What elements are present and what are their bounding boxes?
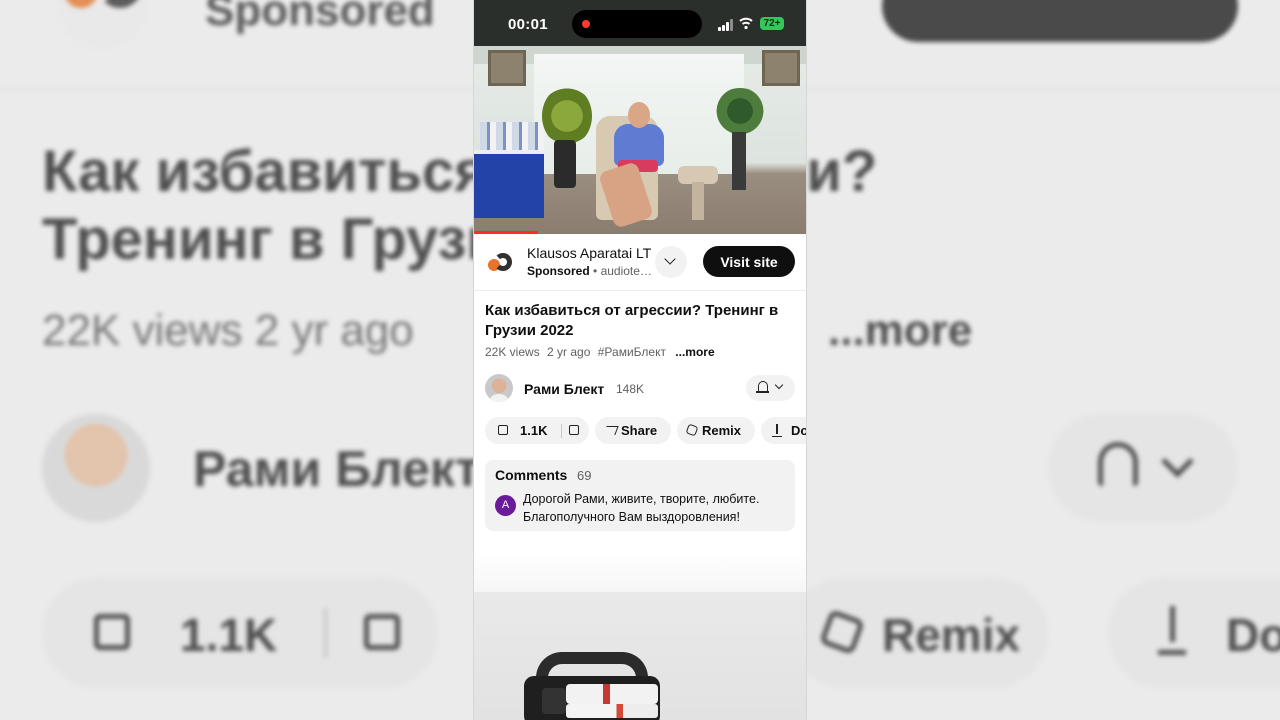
product-cap <box>542 688 566 714</box>
advertiser-logo <box>488 252 512 276</box>
product-canister-lower <box>566 704 658 718</box>
share-label: Share <box>621 423 658 438</box>
like-count: 1.1K <box>520 423 548 438</box>
background-more: ...more <box>828 306 973 355</box>
details-panel: Klausos Aparatai LT Sponsored • audiotec… <box>474 234 806 531</box>
download-label: Download <box>791 423 806 438</box>
status-time: 00:01 <box>508 16 548 33</box>
battery-icon: 72+ <box>760 17 784 30</box>
view-count: 22K views <box>485 345 540 359</box>
comments-section[interactable]: Comments 69 A Дорогой Рами, живите, твор… <box>485 460 795 531</box>
comments-count: 69 <box>577 468 592 483</box>
chevron-down-icon <box>774 380 784 390</box>
avatar[interactable] <box>485 374 513 402</box>
chevron-down-icon <box>1161 445 1194 478</box>
top-comment-text: Дорогой Рами, живите, творите, любите. Б… <box>523 492 760 524</box>
scene-plant-right <box>712 88 768 134</box>
advertiser-name[interactable]: Klausos Aparatai LT <box>527 245 655 261</box>
share-icon <box>603 426 619 435</box>
background-download-label: Do <box>1226 609 1280 661</box>
scene-pot-right <box>732 132 746 190</box>
scene-desk <box>474 154 544 218</box>
background-download-pill: Do <box>1108 578 1280 688</box>
content-fade <box>474 552 806 592</box>
background-channel-name: Рами Блект <box>193 441 480 497</box>
background-remix-label: Remix <box>882 609 1021 661</box>
remix-icon <box>685 423 699 437</box>
background-meta: 22K views 2 yr ago <box>42 306 414 355</box>
share-button[interactable]: Share <box>595 417 671 444</box>
hashtag-link[interactable]: #РамиБлект <box>598 345 666 359</box>
channel-name[interactable]: Рами Блект <box>524 381 604 397</box>
download-button[interactable]: Download <box>761 417 806 444</box>
visit-site-button[interactable]: Visit site <box>703 246 795 277</box>
background-advertiser-logo <box>58 0 148 48</box>
background-channel-avatar <box>42 414 150 522</box>
download-icon <box>772 424 782 437</box>
video-title[interactable]: Как избавиться от агрессии? Тренинг в Гр… <box>485 301 785 341</box>
dynamic-island <box>572 10 702 38</box>
thumb-up-icon <box>94 614 130 650</box>
remix-icon <box>818 608 866 656</box>
wifi-icon <box>739 17 753 30</box>
thumb-down-icon[interactable] <box>569 425 579 435</box>
scene-speaker-head <box>628 102 650 128</box>
sponsored-ad-row[interactable]: Klausos Aparatai LT Sponsored • audiotec… <box>474 234 806 291</box>
scene-books <box>480 122 544 150</box>
background-bell <box>1048 414 1238 522</box>
ad-expand-chevron-down-icon[interactable] <box>655 246 687 278</box>
thumb-up-icon[interactable] <box>498 425 508 435</box>
background-sponsored-label: Sponsored <box>205 0 435 35</box>
ad-subtitle: Sponsored • audiotechnika.lt <box>527 264 655 278</box>
background-like-pill: 1.1K <box>42 578 438 688</box>
subscriber-count: 148K <box>616 382 645 396</box>
video-player[interactable] <box>474 46 806 234</box>
bell-icon <box>1098 442 1138 486</box>
ad-separator: • <box>593 264 598 278</box>
bell-icon <box>756 381 769 393</box>
background-like-count: 1.1K <box>180 609 278 661</box>
product-canister <box>566 684 658 704</box>
comment-avatar: A <box>495 495 516 516</box>
thumb-down-icon <box>364 614 400 650</box>
comments-header: Comments <box>495 467 568 483</box>
like-divider <box>561 424 562 438</box>
signal-icon <box>718 19 734 31</box>
remix-button[interactable]: Remix <box>677 417 755 444</box>
background-visit-button <box>882 0 1238 42</box>
notifications-button[interactable] <box>746 375 795 401</box>
background-remix-pill: Remix <box>790 578 1048 688</box>
product-ad-image[interactable] <box>474 592 806 720</box>
scene-ottoman-leg <box>692 182 704 220</box>
video-meta[interactable]: 22K views 2 yr ago #РамиБлект ...more <box>485 345 719 359</box>
upload-age: 2 yr ago <box>547 345 591 359</box>
divider <box>324 608 327 658</box>
status-bar: 00:01 72+ <box>474 0 806 46</box>
like-dislike-button[interactable]: 1.1K <box>485 417 589 444</box>
more-button[interactable]: ...more <box>675 345 714 359</box>
scene-picture-right <box>762 50 800 86</box>
action-bar: 1.1K Share Remix Download <box>474 417 806 445</box>
phone-screen: 00:01 72+ Klausos Aparatai LT Sponsored … <box>474 0 806 720</box>
ad-domain: audiotechnika.lt <box>600 264 655 278</box>
scene-plant-left <box>542 86 592 146</box>
scene-picture-left <box>488 50 526 86</box>
download-icon <box>1158 606 1186 655</box>
scene-pot-left <box>554 140 576 188</box>
recording-indicator-icon <box>582 20 590 28</box>
channel-row[interactable]: Рами Блект 148K <box>474 372 806 404</box>
remix-label: Remix <box>702 423 742 438</box>
sponsored-label: Sponsored <box>527 264 590 278</box>
